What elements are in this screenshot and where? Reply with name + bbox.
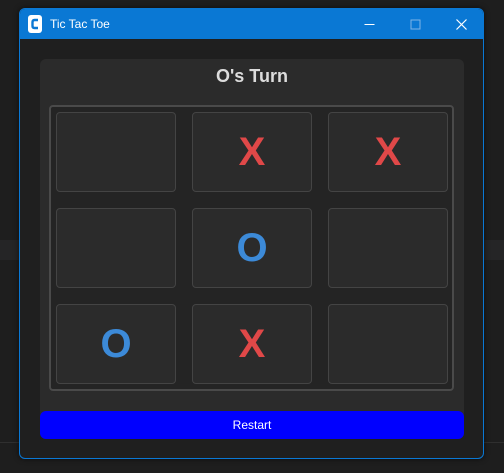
game-panel: O's Turn X X O O X Restart — [40, 59, 464, 439]
cell-1-2[interactable] — [328, 208, 448, 288]
turn-status: O's Turn — [216, 66, 288, 86]
minimize-button[interactable] — [346, 9, 392, 39]
cell-0-0[interactable] — [56, 112, 176, 192]
cell-1-1[interactable]: O — [192, 208, 312, 288]
restart-button[interactable]: Restart — [40, 411, 464, 439]
cell-0-2[interactable]: X — [328, 112, 448, 192]
game-board: X X O O X — [49, 105, 454, 391]
cell-2-2[interactable] — [328, 304, 448, 384]
maximize-icon — [410, 19, 420, 29]
close-icon — [455, 18, 467, 30]
cell-1-0[interactable] — [56, 208, 176, 288]
cell-2-1[interactable]: X — [192, 304, 312, 384]
window-title: Tic Tac Toe — [50, 17, 110, 31]
cell-2-0[interactable]: O — [56, 304, 176, 384]
cell-0-1[interactable]: X — [192, 112, 312, 192]
close-button[interactable] — [438, 9, 483, 39]
minimize-icon — [364, 23, 374, 25]
title-bar[interactable]: Tic Tac Toe — [20, 9, 483, 39]
maximize-button[interactable] — [392, 9, 438, 39]
app-window: Tic Tac Toe O's Turn X X O O X Restart — [19, 8, 484, 459]
app-icon — [28, 15, 42, 33]
